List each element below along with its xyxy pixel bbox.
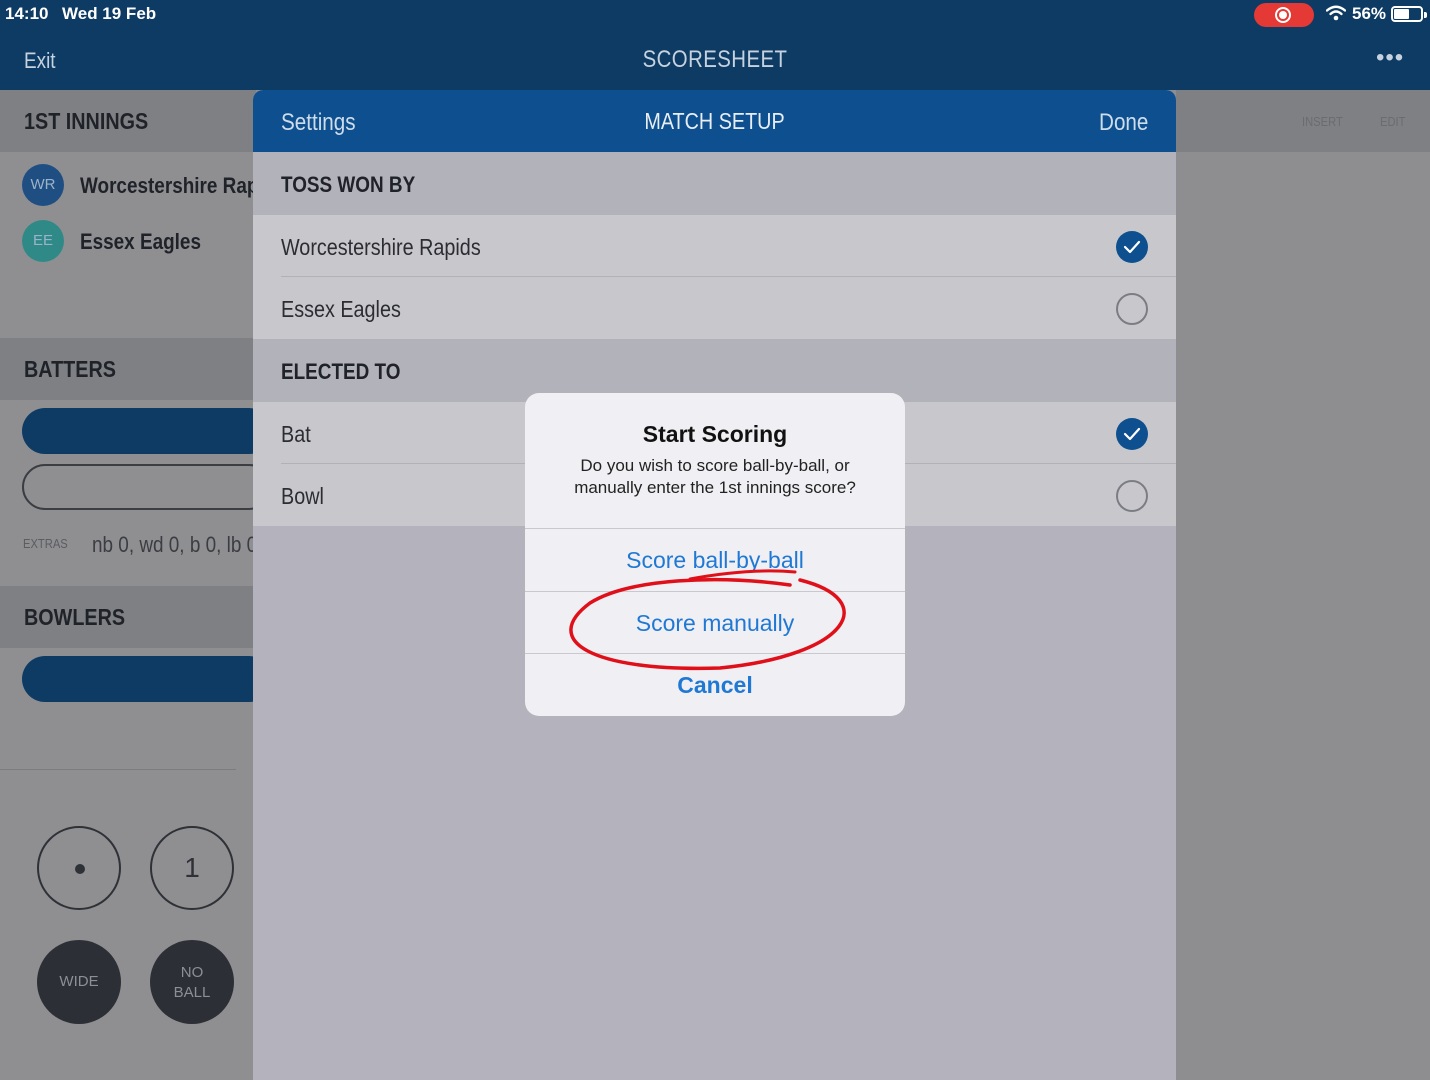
- bowlers-header: BOWLERS: [0, 586, 256, 648]
- dot-icon: [75, 864, 85, 874]
- insert-button[interactable]: INSERT: [1302, 114, 1343, 129]
- one-run-label: 1: [184, 852, 200, 883]
- batters-header: BATTERS: [0, 338, 256, 400]
- team-name: Essex Eagles: [80, 229, 201, 254]
- no-ball-label-line2: BALL: [173, 984, 211, 1001]
- score-manually-button[interactable]: Score manually: [525, 592, 905, 654]
- cancel-button[interactable]: Cancel: [525, 654, 905, 716]
- battery-icon: [1391, 6, 1427, 22]
- battery-percentage: 56%: [1352, 4, 1387, 23]
- option-label: Bowl: [281, 483, 324, 509]
- batter-slot-striker[interactable]: [22, 408, 272, 454]
- edit-button[interactable]: EDIT: [1380, 114, 1405, 129]
- wide-label: WIDE: [59, 973, 99, 990]
- extras-label: EXTRAS: [23, 536, 68, 551]
- screen-recording-icon[interactable]: [1254, 3, 1314, 27]
- checkmark-icon: [1116, 418, 1148, 450]
- nav-bar: Exit SCORESHEET •••: [0, 28, 1430, 90]
- bowler-slot[interactable]: [22, 656, 272, 702]
- batter-slot-non-striker[interactable]: [22, 464, 272, 510]
- divider: [0, 769, 236, 770]
- no-ball-button[interactable]: NO BALL: [150, 940, 234, 1024]
- no-ball-label-line1: NO: [180, 964, 204, 981]
- option-label: Bat: [281, 421, 311, 447]
- wide-button[interactable]: WIDE: [37, 940, 121, 1024]
- one-run-button[interactable]: 1: [150, 826, 234, 910]
- team-name: Worcestershire Rap: [80, 173, 259, 198]
- dot-ball-button[interactable]: [37, 826, 121, 910]
- radio-unchecked-icon: [1116, 293, 1148, 325]
- option-label: Worcestershire Rapids: [281, 234, 481, 260]
- right-header: INSERT EDIT: [1176, 90, 1430, 152]
- status-date: Wed 19 Feb: [62, 4, 157, 23]
- team-avatar: EE: [22, 220, 64, 262]
- innings-header: 1ST INNINGS: [0, 90, 256, 152]
- start-scoring-alert: Start Scoring Do you wish to score ball-…: [525, 393, 905, 716]
- alert-title: Start Scoring: [642, 421, 788, 447]
- option-label: Essex Eagles: [281, 296, 401, 322]
- score-ball-by-ball-button[interactable]: Score ball-by-ball: [525, 529, 905, 591]
- team-avatar: WR: [22, 164, 64, 206]
- match-setup-header: Settings MATCH SETUP Done: [253, 90, 1176, 152]
- more-options-icon[interactable]: •••: [1376, 44, 1404, 72]
- scoresheet-left-panel: 1ST INNINGS WR Worcestershire Rap EE Ess…: [0, 90, 272, 1080]
- radio-unchecked-icon: [1116, 480, 1148, 512]
- alert-message: Do you wish to score ball-by-ball, or ma…: [574, 456, 856, 497]
- page-title: SCORESHEET: [642, 46, 788, 73]
- extras-value: nb 0, wd 0, b 0, lb 0: [92, 532, 258, 557]
- status-time: 14:10: [5, 4, 49, 23]
- toss-option-essex[interactable]: Essex Eagles: [253, 277, 1176, 339]
- toss-option-worcestershire[interactable]: Worcestershire Rapids: [253, 215, 1176, 277]
- scoresheet-right-panel: INSERT EDIT: [1176, 90, 1430, 1080]
- toss-won-by-header: TOSS WON BY: [253, 152, 1176, 215]
- match-setup-title: MATCH SETUP: [644, 108, 785, 134]
- status-bar: 14:10 Wed 19 Feb 56%: [0, 0, 1430, 28]
- done-button[interactable]: Done: [1099, 109, 1148, 137]
- checkmark-icon: [1116, 231, 1148, 263]
- exit-button[interactable]: Exit: [24, 48, 56, 74]
- wifi-icon: [1326, 5, 1346, 21]
